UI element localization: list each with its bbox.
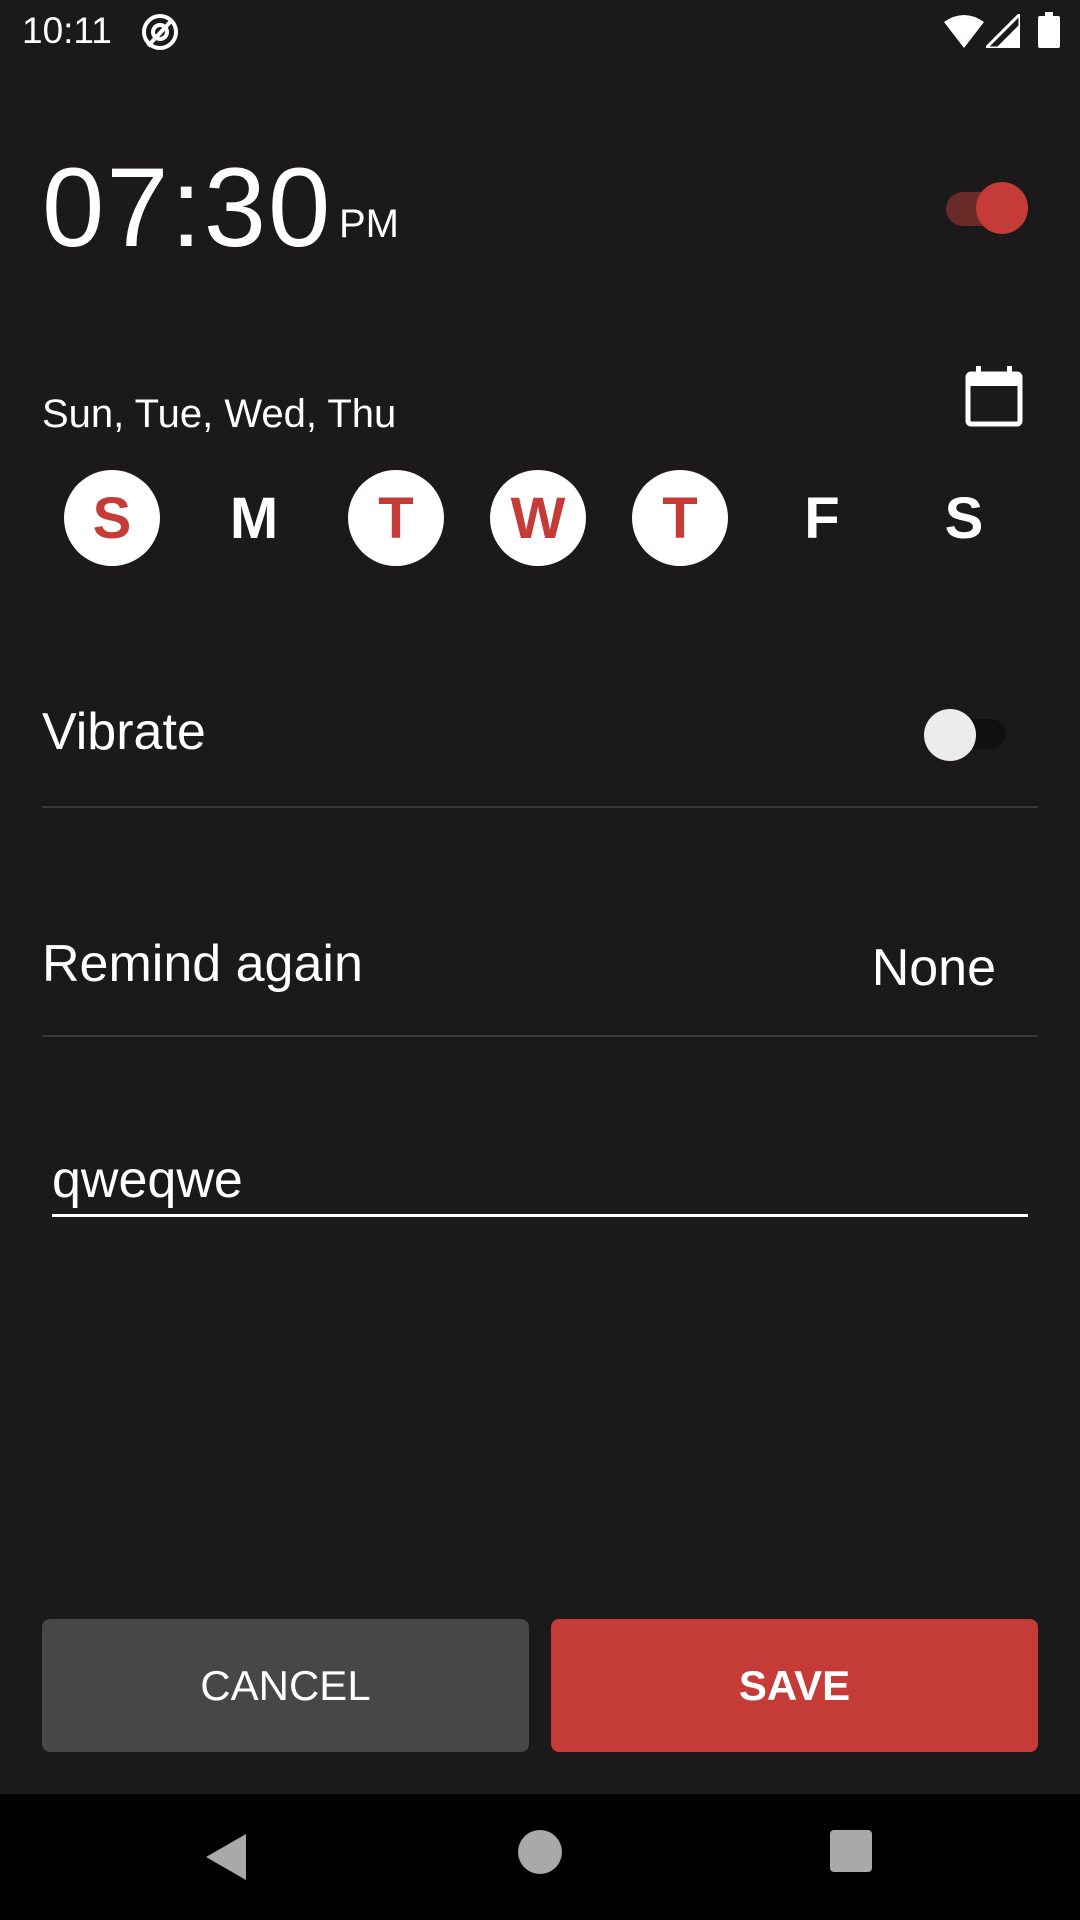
- day-wednesday[interactable]: W: [490, 470, 586, 566]
- toggle-thumb: [976, 182, 1028, 234]
- save-button[interactable]: SAVE: [551, 1619, 1038, 1752]
- status-time: 10:11: [22, 10, 112, 51]
- battery-icon: [1038, 12, 1060, 48]
- day-saturday[interactable]: S: [916, 470, 1012, 566]
- cancel-button[interactable]: CANCEL: [42, 1619, 529, 1752]
- back-icon[interactable]: [202, 1832, 250, 1882]
- navigation-bar: [0, 1794, 1080, 1920]
- day-monday[interactable]: M: [206, 470, 302, 566]
- day-friday[interactable]: F: [774, 470, 870, 566]
- vibrate-label: Vibrate: [42, 703, 206, 761]
- signal-icon: [986, 14, 1020, 48]
- remind-again-label[interactable]: Remind again: [42, 934, 363, 994]
- input-underline: [52, 1214, 1028, 1217]
- home-icon[interactable]: [518, 1830, 562, 1874]
- day-sunday[interactable]: S: [64, 470, 160, 566]
- vibrate-toggle[interactable]: [922, 707, 1008, 761]
- divider: [42, 806, 1038, 808]
- divider: [42, 1035, 1038, 1037]
- alarm-time[interactable]: 07:30: [42, 148, 332, 268]
- days-summary: Sun, Tue, Wed, Thu: [42, 392, 397, 436]
- alarm-ampm: PM: [339, 202, 399, 246]
- alarm-enabled-toggle[interactable]: [944, 182, 1028, 234]
- day-tuesday[interactable]: T: [348, 470, 444, 566]
- toggle-thumb: [924, 709, 976, 761]
- remind-again-value[interactable]: None: [872, 938, 996, 998]
- calendar-icon[interactable]: [962, 364, 1026, 428]
- recents-icon[interactable]: [830, 1830, 872, 1872]
- alarm-label-input[interactable]: [52, 1144, 1028, 1216]
- wifi-icon: [944, 15, 984, 48]
- status-bar: 10:11: [0, 0, 1080, 66]
- at-sign-icon: [142, 14, 178, 50]
- day-thursday[interactable]: T: [632, 470, 728, 566]
